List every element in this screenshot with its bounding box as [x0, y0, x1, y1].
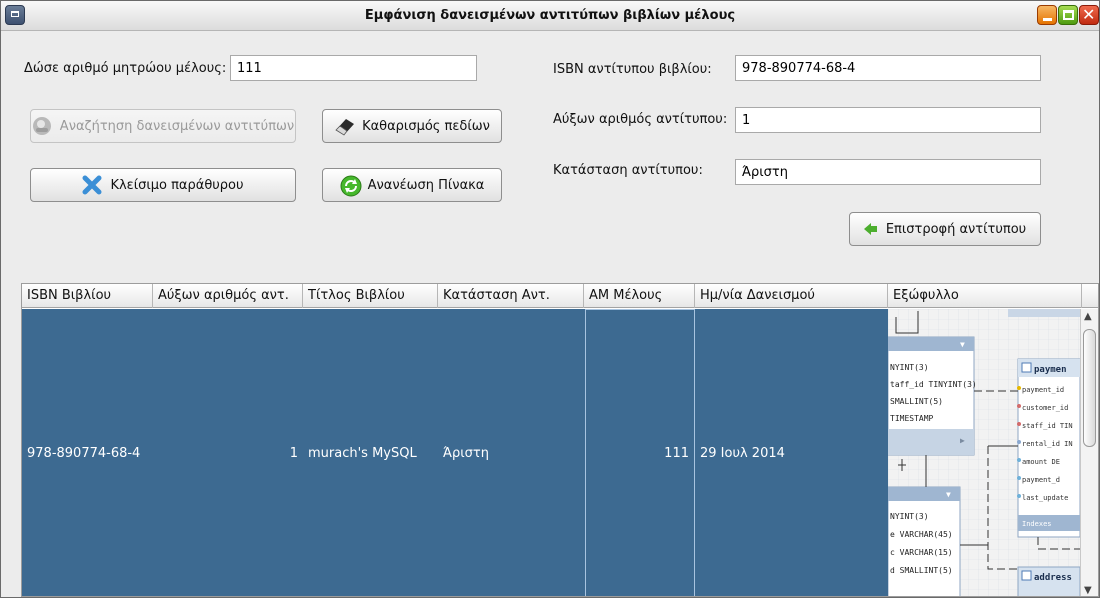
cell-member-id[interactable]: 111: [585, 309, 695, 596]
member-id-label: Δώσε αριθμό μητρώου μέλους:: [24, 61, 227, 76]
clear-fields-label: Καθαρισμός πεδίων: [362, 118, 490, 134]
cover-line: payment_d: [1022, 476, 1060, 484]
cover-line: SMALLINT(5): [890, 397, 943, 406]
close-window-action-button[interactable]: Κλείσιμο παράθυρου: [30, 168, 296, 202]
blue-x-icon: [82, 175, 102, 195]
column-header-title[interactable]: Τίτλος Βιβλίου: [303, 284, 438, 308]
cell-cover-image: ▼ NYINT(3) taff_id TINYINT(3) SMALLINT(5…: [888, 309, 1080, 596]
scroll-up-icon[interactable]: ▲: [1084, 311, 1092, 322]
search-borrowed-label: Αναζήτηση δανεισμένων αντιτύπων: [59, 118, 295, 134]
refresh-table-label: Ανανέωση Πίνακα: [367, 177, 485, 193]
cover-indexes: Indexes: [1022, 520, 1052, 528]
window-title: Εμφάνιση δανεισμένων αντιτύπων βιβλίων μ…: [364, 8, 736, 23]
cover-line: e VARCHAR(45): [890, 530, 953, 539]
column-header-loan-date[interactable]: Ημ/νία Δανεισμού: [695, 284, 888, 308]
cell-serial: 1: [289, 446, 298, 461]
column-header-serial[interactable]: Αύξων αριθμός αντ.: [153, 284, 303, 308]
minimize-button[interactable]: [1037, 5, 1057, 25]
table-header: ISBN Βιβλίου Αύξων αριθμός αντ. Τίτλος Β…: [22, 284, 1098, 308]
column-header-cover[interactable]: Εξώφυλλο: [888, 284, 1082, 308]
column-header-condition[interactable]: Κατάσταση Αντ.: [438, 284, 584, 308]
return-copy-label: Επιστροφή αντίτυπου: [885, 221, 1027, 237]
main-window: Εμφάνιση δανεισμένων αντιτύπων βιβλίων μ…: [0, 0, 1100, 598]
search-icon: [32, 116, 52, 136]
refresh-icon: [340, 175, 362, 197]
cover-line: NYINT(3): [890, 363, 929, 372]
table-vertical-scrollbar[interactable]: ▲ ▼: [1080, 309, 1098, 596]
cell-condition: Άριστη: [443, 446, 489, 461]
condition-label: Κατάσταση αντίτυπου:: [553, 163, 703, 178]
cover-line: TIMESTAMP: [890, 414, 934, 423]
cell-title: murach's MySQL: [308, 446, 417, 461]
cover-line: taff_id TINYINT(3): [890, 380, 977, 389]
column-header-isbn[interactable]: ISBN Βιβλίου: [22, 284, 153, 308]
cover-line: staff_id TIN: [1022, 422, 1073, 430]
serial-number-input[interactable]: [735, 107, 1041, 133]
green-arrow-left-icon: [863, 222, 878, 236]
cover-line: last_update: [1022, 494, 1068, 502]
member-id-input[interactable]: [230, 55, 477, 81]
close-window-label: Κλείσιμο παράθυρου: [110, 177, 244, 193]
clear-fields-button[interactable]: Καθαρισμός πεδίων: [322, 109, 502, 143]
isbn-input[interactable]: [735, 55, 1041, 81]
close-window-button[interactable]: ✕: [1079, 5, 1099, 25]
maximize-button[interactable]: [1058, 5, 1078, 25]
scrollbar-thumb[interactable]: [1083, 329, 1096, 447]
cover-line: payment_id: [1022, 386, 1064, 394]
cover-line: d SMALLINT(5): [890, 566, 953, 575]
cell-isbn: 978-890774-68-4: [27, 446, 141, 461]
cover-line: amount DE: [1022, 458, 1060, 466]
refresh-table-button[interactable]: Ανανέωση Πίνακα: [322, 168, 502, 202]
borrowed-copies-table[interactable]: ISBN Βιβλίου Αύξων αριθμός αντ. Τίτλος Β…: [21, 283, 1099, 597]
cover-table-name: address: [1034, 573, 1072, 583]
cover-table-name: paymen: [1034, 365, 1067, 375]
cell-loan-date: 29 Ιουλ 2014: [700, 446, 785, 461]
search-borrowed-button[interactable]: Αναζήτηση δανεισμένων αντιτύπων: [30, 109, 296, 143]
close-icon: ✕: [1082, 5, 1096, 24]
cover-line: c VARCHAR(15): [890, 548, 953, 557]
cover-line: NYINT(3): [890, 512, 929, 521]
condition-input[interactable]: [735, 159, 1041, 185]
eraser-icon: [334, 116, 355, 136]
svg-text:▼: ▼: [946, 490, 951, 499]
serial-number-label: Αύξων αριθμός αντίτυπου:: [553, 112, 728, 127]
return-copy-button[interactable]: Επιστροφή αντίτυπου: [849, 212, 1041, 246]
scroll-down-icon[interactable]: ▼: [1084, 585, 1092, 596]
svg-text:▼: ▼: [960, 340, 965, 349]
isbn-label: ISBN αντίτυπου βιβλίου:: [553, 62, 712, 77]
title-bar: Εμφάνιση δανεισμένων αντιτύπων βιβλίων μ…: [1, 1, 1099, 31]
maximize-icon: [1063, 10, 1074, 20]
minimize-icon: [1043, 18, 1052, 21]
column-header-member-id[interactable]: ΑΜ Μέλους: [584, 284, 695, 308]
cover-line: customer_id: [1022, 404, 1068, 412]
cover-line: rental_id IN: [1022, 440, 1073, 448]
svg-text:▶: ▶: [960, 436, 965, 445]
